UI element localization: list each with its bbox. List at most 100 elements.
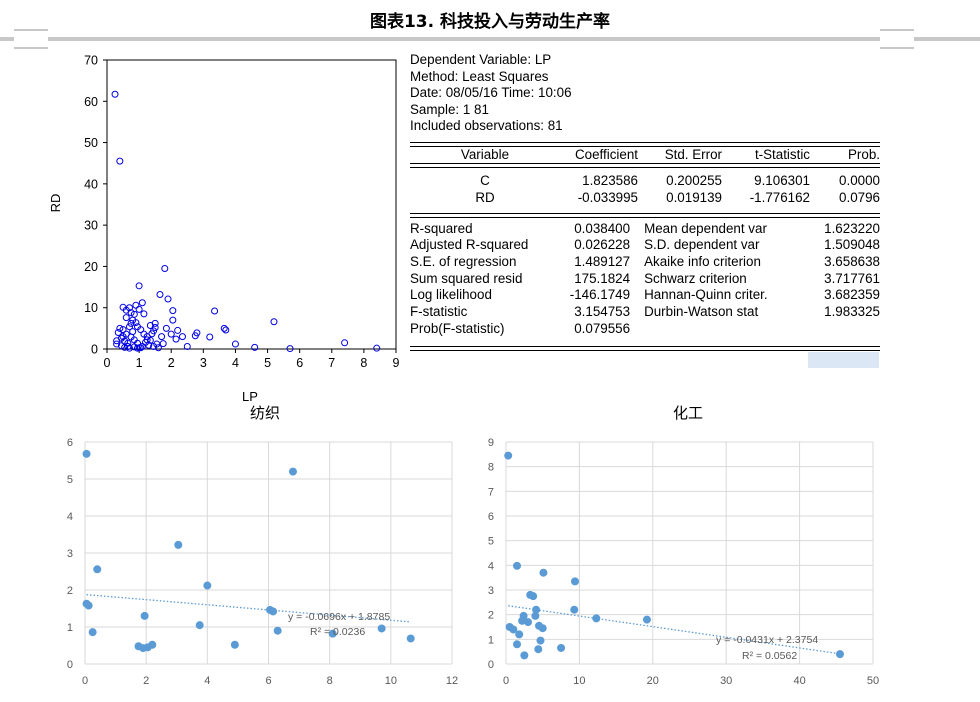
- stat-label: R-squared: [410, 220, 473, 236]
- eviews-data-point: [111, 90, 119, 98]
- cell-highlight: [808, 352, 879, 368]
- tx-x-tick-label: 4: [204, 675, 210, 687]
- coef-t-stat: 9.106301: [754, 173, 810, 189]
- coefficient-table-header: Variable Coefficient Std. Error t-Statis…: [410, 147, 880, 164]
- coef-t-stat: -1.776162: [749, 189, 810, 205]
- coefficient-row: RD -0.033995 0.019139 -1.776162 0.0796: [410, 190, 880, 207]
- stat-value: 0.038400: [574, 220, 631, 236]
- stat-label: S.E. of regression: [410, 254, 517, 270]
- stat-value: 1.489127: [574, 254, 631, 270]
- stat-label: Durbin-Watson stat: [644, 304, 759, 320]
- eviews-data-point: [220, 324, 228, 332]
- statistics-row: S.E. of regression 1.489127 Akaike info cr…: [410, 254, 880, 271]
- tx-x-tick-label: 10: [385, 675, 397, 687]
- tx-y-tick-label: 0: [67, 659, 73, 671]
- right-corner-mark: [880, 29, 914, 49]
- stat-label: Log likelihood: [410, 287, 492, 303]
- stat-value: -146.1749: [569, 287, 631, 303]
- tx-data-point: [288, 467, 297, 476]
- eviews-data-point: [164, 295, 172, 303]
- eviews-x-tick-label: 6: [296, 356, 303, 370]
- ch-data-point: [513, 640, 522, 649]
- coefficient-row: C 1.823586 0.200255 9.106301 0.0000: [410, 173, 880, 190]
- eviews-data-point: [156, 291, 164, 299]
- ch-x-tick-label: 40: [793, 675, 805, 687]
- regression-header-line: Sample: 1 81: [410, 101, 489, 117]
- stat-label: Adjusted R-squared: [410, 237, 529, 253]
- eviews-data-point: [135, 282, 143, 290]
- eviews-data-point: [211, 307, 219, 315]
- eviews-data-point: [158, 333, 166, 341]
- eviews-data-point: [132, 301, 140, 309]
- eviews-y-tick-label: 0: [91, 343, 98, 357]
- stat-value: 175.1824: [574, 270, 631, 286]
- coef-value: 1.823586: [582, 173, 638, 189]
- stat-label: Mean dependent var: [644, 220, 767, 236]
- col-prob: Prob.: [847, 146, 880, 162]
- tx-data-point: [140, 611, 149, 620]
- textile-trend-r2: R² = 0.0236: [310, 626, 365, 638]
- textile-trend-equation: y = -0.0696x + 1.8785: [288, 611, 390, 623]
- ch-data-point: [539, 568, 548, 577]
- tx-x-tick-label: 6: [265, 675, 271, 687]
- regression-header-line: Date: 08/05/16 Time: 10:06: [410, 85, 572, 100]
- stat-label: F-statistic: [410, 304, 468, 320]
- eviews-y-tick-label: 40: [84, 177, 98, 191]
- ch-y-tick-label: 6: [488, 511, 494, 523]
- col-coefficient: Coefficient: [574, 146, 638, 162]
- eviews-data-point: [138, 299, 146, 307]
- eviews-data-point: [167, 330, 175, 338]
- statistics-row: F-statistic 3.154753 Durbin-Watson stat 1.9…: [410, 304, 880, 321]
- eviews-y-tick-label: 30: [84, 219, 98, 233]
- ch-data-point: [570, 605, 579, 614]
- regression-header-line: Method: Least Squares: [410, 68, 549, 84]
- coef-variable: RD: [475, 189, 495, 205]
- statistics-row: R-squared 0.038400 Mean dependent var 1.623…: [410, 221, 880, 238]
- tx-x-tick-label: 0: [82, 675, 88, 687]
- eviews-plot-frame: [106, 59, 397, 350]
- chemical-trend-equation: y = -0.0431x + 2.3754: [716, 634, 818, 646]
- stat-value: 3.658638: [824, 254, 880, 270]
- tx-x-tick-label: 2: [143, 675, 149, 687]
- eviews-x-tick-label: 5: [264, 356, 271, 370]
- eviews-x-tick-label: 2: [168, 356, 175, 370]
- ch-y-tick-label: 4: [488, 560, 494, 572]
- eviews-x-tick-label: 1: [136, 356, 143, 370]
- ch-x-tick-label: 50: [867, 675, 879, 687]
- ch-x-tick-label: 0: [503, 675, 509, 687]
- eviews-data-point: [206, 333, 214, 341]
- stat-value: 0.079556: [574, 320, 631, 336]
- eviews-data-point: [161, 264, 169, 272]
- title-divider: [0, 37, 980, 41]
- ch-data-point: [513, 561, 522, 570]
- ch-data-point: [524, 618, 533, 627]
- stat-value: 1.983325: [824, 304, 880, 320]
- eviews-data-point: [169, 307, 177, 315]
- tx-data-point: [203, 581, 212, 590]
- statistics-row: Adjusted R-squared 0.026228 S.D. dependent…: [410, 237, 880, 254]
- table-bottom-rule: [410, 345, 880, 351]
- eviews-data-point: [231, 340, 239, 348]
- ch-y-tick-label: 2: [488, 610, 494, 622]
- tx-data-point: [230, 640, 239, 649]
- tx-y-tick-label: 4: [67, 511, 73, 523]
- statistics-row: Log likelihood -146.1749 Hannan-Quinn crit…: [410, 287, 880, 304]
- eviews-x-tick-label: 7: [328, 356, 335, 370]
- eviews-data-point: [140, 310, 148, 318]
- stat-label: Prob(F-statistic): [410, 320, 505, 336]
- regression-header: Dependent Variable: LP Method: Least Squa…: [410, 52, 880, 135]
- eviews-data-point: [172, 335, 180, 343]
- statistics-row: Sum squared resid 175.1824 Schwarz criteri…: [410, 271, 880, 288]
- ch-data-point: [504, 451, 513, 460]
- tx-data-point: [377, 624, 386, 633]
- ch-y-tick-label: 0: [488, 659, 494, 671]
- ch-x-tick-label: 20: [647, 675, 659, 687]
- eviews-y-tick-label: 50: [84, 136, 98, 150]
- ch-data-point: [520, 651, 529, 660]
- tx-data-point: [174, 540, 183, 549]
- eviews-data-point: [135, 305, 143, 313]
- textile-chart-title: 纺织: [250, 404, 280, 422]
- chemical-trend-r2: R² = 0.0562: [742, 650, 797, 662]
- ch-data-point: [557, 643, 566, 652]
- coef-prob: 0.0000: [839, 173, 880, 189]
